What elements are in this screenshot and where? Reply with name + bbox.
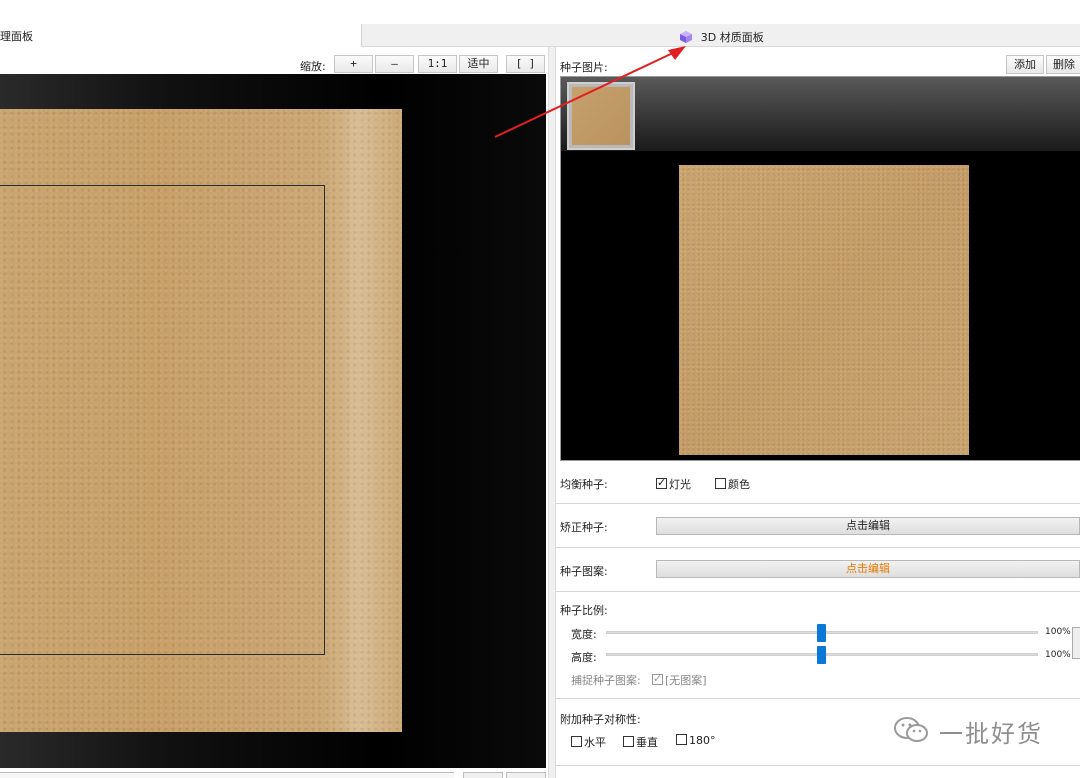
bottom-scroll-bar[interactable] [0, 772, 454, 778]
horizontal-checkbox-box[interactable] [571, 736, 582, 747]
seed-pattern-label: 种子图案: [560, 565, 608, 578]
seed-preview-area [560, 76, 1080, 461]
zoom-out-button[interactable]: — [375, 55, 414, 73]
separator [556, 698, 1080, 699]
zoom-fit-button[interactable]: 适中 [459, 55, 498, 73]
seed-ratio-label: 种子比例: [560, 604, 608, 617]
zoom-in-button[interactable]: + [334, 55, 373, 73]
horizontal-checkbox[interactable]: 水平 [571, 734, 606, 750]
zoom-actual-size-button[interactable]: 1:1 [418, 55, 457, 73]
tile-boundary-frame[interactable] [0, 185, 325, 655]
rotate-180-checkbox-box[interactable] [676, 734, 687, 745]
correct-seed-edit-button[interactable]: 点击编辑 [656, 517, 1080, 535]
rotate-180-checkbox-label: 180° [689, 734, 716, 747]
tab-texture-panel[interactable]: 理面板 [0, 24, 362, 47]
seed-preview-image [679, 165, 969, 455]
seed-images-label: 种子图片: [560, 61, 608, 74]
light-checkbox-box[interactable] [656, 476, 667, 489]
seed-thumbnail-strip [561, 77, 1080, 151]
seed-thumbnail[interactable] [567, 82, 635, 150]
panel-splitter[interactable] [548, 47, 556, 778]
link-ratio-button[interactable] [1072, 627, 1080, 659]
symmetry-label: 附加种子对称性: [560, 713, 641, 726]
vertical-checkbox[interactable]: 垂直 [623, 734, 658, 750]
height-slider-thumb[interactable] [817, 646, 826, 664]
zoom-label: 缩放: [300, 60, 326, 73]
bottom-button-2[interactable] [506, 772, 546, 778]
rotate-180-checkbox[interactable]: 180° [676, 734, 716, 747]
width-label: 宽度: [571, 628, 597, 641]
add-seed-button[interactable]: 添加 [1006, 55, 1044, 74]
texture-edge-strip [342, 109, 402, 732]
bottom-button-1[interactable] [463, 772, 503, 778]
tab-texture-panel-label: 理面板 [0, 30, 33, 43]
horizontal-checkbox-label: 水平 [584, 736, 606, 749]
leather-texture-image [0, 109, 402, 732]
width-value: 100% [1045, 627, 1071, 637]
width-slider-thumb[interactable] [817, 624, 826, 642]
separator [556, 503, 1080, 504]
height-value: 100% [1045, 650, 1071, 660]
zoom-full-button[interactable]: [ ] [506, 55, 545, 73]
color-checkbox-box[interactable] [715, 478, 726, 489]
wechat-icon [894, 717, 928, 742]
tab-3d-material-panel[interactable]: 3D 材质面板 [363, 24, 1080, 47]
separator [556, 547, 1080, 548]
panel-tab-bar: 理面板 3D 材质面板 [0, 24, 1080, 47]
light-checkbox-label: 灯光 [669, 478, 691, 491]
light-checkbox[interactable]: 灯光 [656, 476, 691, 492]
color-checkbox[interactable]: 颜色 [715, 476, 750, 492]
correct-seed-label: 矫正种子: [560, 521, 608, 534]
width-slider[interactable] [606, 624, 1038, 642]
capture-pattern-checkbox: [无图案] [652, 672, 707, 688]
height-slider[interactable] [606, 646, 1038, 664]
tab-3d-material-panel-label: 3D 材质面板 [700, 31, 764, 44]
delete-seed-button[interactable]: 删除 [1046, 55, 1080, 74]
vertical-checkbox-label: 垂直 [636, 736, 658, 749]
zoom-toolbar: 缩放: + — 1:1 适中 [ ] [0, 54, 548, 74]
texture-preview-canvas[interactable] [0, 74, 546, 768]
seed-pattern-edit-button[interactable]: 点击编辑 [656, 560, 1080, 578]
height-label: 高度: [571, 651, 597, 664]
capture-pattern-checkbox-box [652, 672, 663, 685]
capture-pattern-label: 捕捉种子图案: [571, 674, 641, 687]
capture-pattern-value: [无图案] [665, 674, 707, 687]
watermark-text: 一批好货 [939, 720, 1043, 748]
separator [556, 591, 1080, 592]
separator [556, 765, 1080, 766]
cube-icon [680, 31, 693, 43]
color-checkbox-label: 颜色 [728, 478, 750, 491]
material-panel: 种子图片: 添加 删除 均衡种子: 灯光 颜色 矫正种子: 点击编辑 种子图案:… [556, 47, 1080, 778]
vertical-checkbox-box[interactable] [623, 736, 634, 747]
balance-seed-label: 均衡种子: [560, 478, 608, 491]
